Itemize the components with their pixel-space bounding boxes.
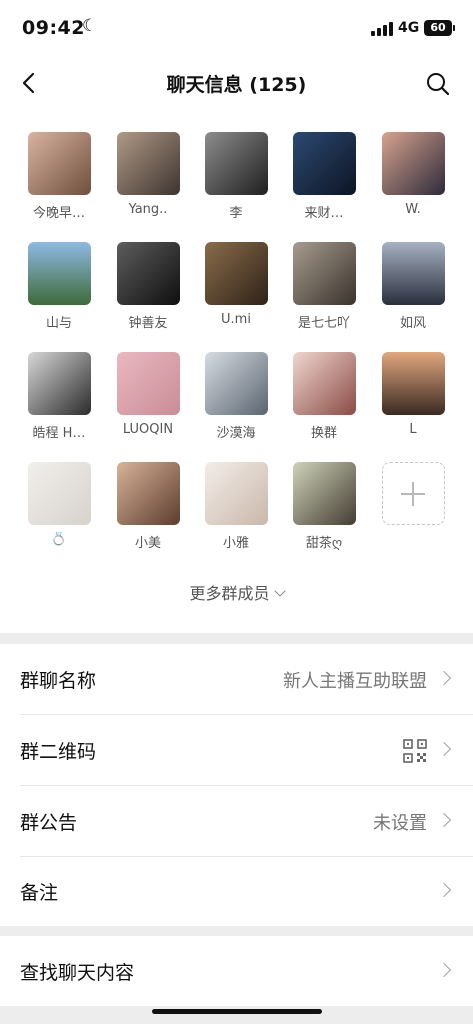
avatar	[27, 132, 91, 195]
avatar	[292, 132, 356, 195]
member-item[interactable]: 皓程 H…	[19, 352, 99, 441]
chevron-right-icon	[436, 670, 452, 686]
member-grid: 今晚早… Yang.. 李 来财… W. 山与 钟善友 U.mi 是七七吖 如风…	[0, 110, 473, 633]
member-name: 钟善友	[128, 316, 168, 331]
announcement-label: 群公告	[20, 812, 78, 834]
member-name: U.mi	[221, 312, 251, 327]
avatar	[27, 242, 91, 305]
chevron-right-icon	[436, 812, 452, 828]
page-title: 聊天信息 (125)	[166, 74, 307, 96]
avatar	[27, 462, 91, 525]
avatar	[204, 242, 268, 305]
remark-label: 备注	[20, 882, 59, 904]
member-name: 💍	[50, 532, 68, 547]
more-members-label: 更多群成员	[189, 584, 270, 603]
search-button[interactable]	[424, 70, 452, 98]
signal-icon	[371, 22, 393, 36]
member-item[interactable]: 山与	[19, 242, 99, 331]
member-item[interactable]: 是七七吖	[284, 242, 364, 331]
add-member-button[interactable]	[373, 462, 453, 525]
group-name-label: 群聊名称	[20, 670, 97, 692]
battery-icon: 60	[424, 20, 455, 36]
member-item[interactable]: 💍	[19, 462, 99, 547]
avatar	[381, 242, 445, 305]
qr-code-label: 群二维码	[20, 741, 97, 763]
member-item[interactable]: L	[373, 352, 453, 437]
chevron-right-icon	[436, 962, 452, 978]
search-chat-row[interactable]: 查找聊天内容	[0, 936, 473, 1006]
group-name-value: 新人主播互助联盟	[283, 671, 427, 692]
status-time: 09:42	[22, 17, 85, 39]
member-item[interactable]: U.mi	[196, 242, 276, 327]
avatar	[292, 242, 356, 305]
avatar	[292, 462, 356, 525]
qr-code-row[interactable]: 群二维码	[0, 715, 473, 785]
avatar	[27, 352, 91, 415]
avatar	[116, 352, 180, 415]
member-name: Yang..	[128, 202, 168, 217]
avatar	[292, 352, 356, 415]
member-name: 山与	[45, 316, 72, 331]
member-item[interactable]: 甜茶ღ	[284, 462, 364, 551]
network-type: 4G	[398, 20, 420, 36]
member-name: 今晚早…	[32, 206, 85, 221]
member-name: 是七七吖	[297, 316, 350, 331]
announcement-row[interactable]: 群公告 未设置	[0, 786, 473, 856]
member-item[interactable]: 沙漠海	[196, 352, 276, 441]
avatar	[204, 462, 268, 525]
member-name: 皓程 H…	[32, 426, 86, 441]
status-bar: 09:42 ☾ 4G 60	[0, 0, 473, 58]
qr-code-icon	[403, 739, 427, 763]
group-name-row[interactable]: 群聊名称 新人主播互助联盟	[0, 644, 473, 714]
announcement-value: 未设置	[373, 813, 427, 834]
avatar	[116, 462, 180, 525]
member-item[interactable]: Yang..	[108, 132, 188, 217]
chevron-down-icon	[273, 585, 286, 597]
settings-list: 群聊名称 新人主播互助联盟 群二维码 群公告 未设置 备注	[0, 644, 473, 926]
nav-bar: 聊天信息 (125)	[0, 58, 473, 110]
avatar	[204, 352, 268, 415]
member-item[interactable]: 小雅	[196, 462, 276, 551]
member-name: 沙漠海	[216, 426, 256, 441]
chevron-right-icon	[436, 882, 452, 898]
avatar	[381, 352, 445, 415]
member-item[interactable]: 小美	[108, 462, 188, 551]
chevron-right-icon	[436, 741, 452, 757]
moon-icon: ☾	[82, 16, 98, 36]
member-name: 如风	[399, 316, 426, 331]
member-name: W.	[405, 202, 421, 217]
avatar	[204, 132, 268, 195]
avatar	[116, 132, 180, 195]
member-item[interactable]: 李	[196, 132, 276, 221]
avatar	[381, 132, 445, 195]
member-name: 来财…	[304, 206, 344, 221]
member-item[interactable]: 如风	[373, 242, 453, 331]
home-indicator	[152, 1009, 322, 1014]
search-chat-label: 查找聊天内容	[20, 962, 135, 984]
member-name: 换群	[310, 426, 337, 441]
member-name: L	[409, 422, 417, 437]
member-name: LUOQIN	[122, 422, 174, 437]
member-item[interactable]: 钟善友	[108, 242, 188, 331]
member-name: 小雅	[222, 536, 249, 551]
member-name: 李	[229, 206, 243, 221]
member-item[interactable]: 来财…	[284, 132, 364, 221]
member-name: 甜茶ღ	[305, 536, 343, 551]
remark-row[interactable]: 备注	[0, 856, 473, 926]
member-item[interactable]: W.	[373, 132, 453, 217]
member-item[interactable]: 今晚早…	[19, 132, 99, 221]
avatar	[116, 242, 180, 305]
more-members-link[interactable]: 更多群成员	[0, 580, 473, 604]
member-name: 小美	[134, 536, 161, 551]
plus-icon	[381, 462, 445, 525]
member-item[interactable]: 换群	[284, 352, 364, 441]
member-item[interactable]: LUOQIN	[108, 352, 188, 437]
search-icon	[427, 73, 450, 96]
